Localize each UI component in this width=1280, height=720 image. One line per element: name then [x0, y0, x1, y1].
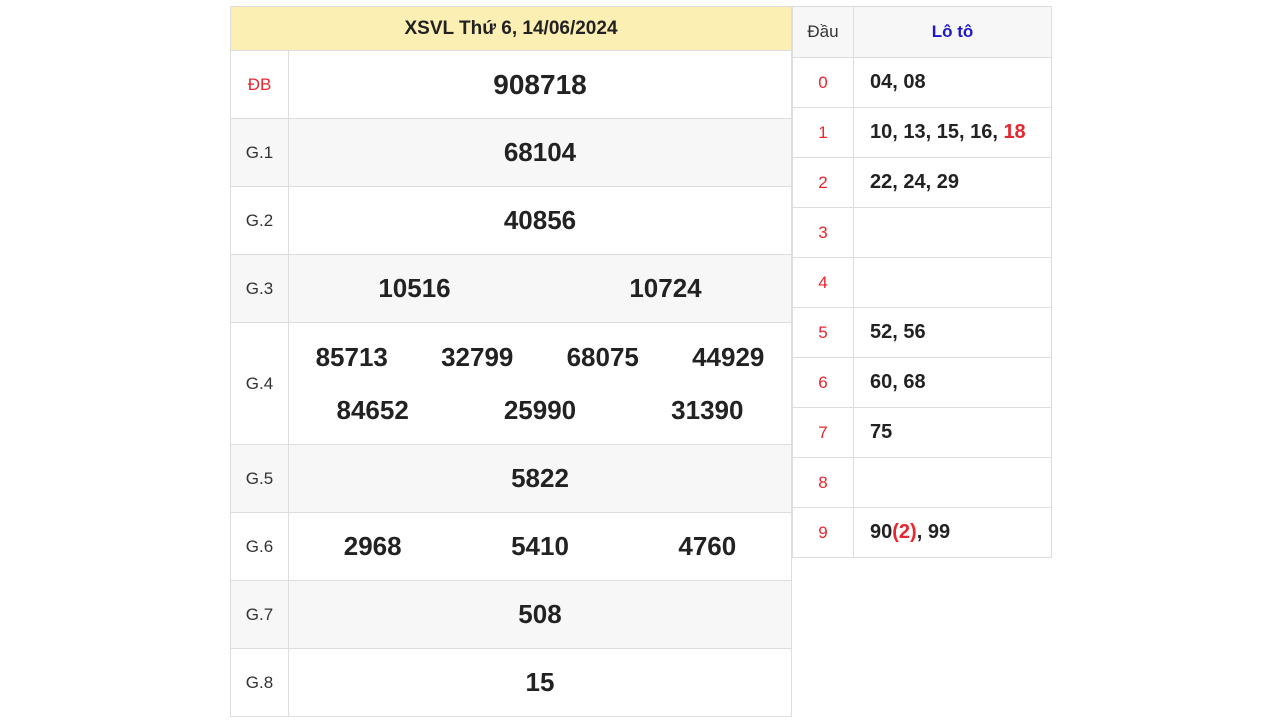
loto-row: 6 60, 68 — [792, 357, 1052, 408]
prize-value: 85713 — [315, 341, 388, 372]
prize-label-g4: G.4 — [230, 322, 289, 445]
dau-digit: 8 — [792, 457, 854, 508]
loto-text: 52, 56 — [870, 321, 926, 343]
dau-digit: 3 — [792, 207, 854, 258]
loto-text: 22, 24, 29 — [870, 171, 959, 193]
prize-values-g3: 10516 10724 — [288, 254, 792, 323]
loto-values: 04, 08 — [853, 57, 1052, 108]
loto-values: 10, 13, 15, 16, 18 — [853, 107, 1052, 158]
prize-value: 4760 — [678, 531, 737, 561]
loto-table: Đầu Lô tô 0 04, 08 1 10, 13, 15, 16, 18 22… — [792, 6, 1052, 558]
loto-text: 04, 08 — [870, 71, 926, 93]
prize-value: 32799 — [441, 341, 514, 372]
results-table: XSVL Thứ 6, 14/06/2024 ĐB 908718 G.1 681… — [230, 6, 792, 717]
prize-label-db: ĐB — [230, 50, 289, 119]
header-loto: Lô tô — [853, 6, 1052, 58]
dau-digit: 4 — [792, 257, 854, 308]
prize-label-g5: G.5 — [230, 444, 289, 513]
prize-values-g6: 2968 5410 4760 — [288, 512, 792, 581]
loto-text: 10, 13, 15, 16, — [870, 121, 1004, 143]
dau-digit: 9 — [792, 507, 854, 558]
results-title: XSVL Thứ 6, 14/06/2024 — [230, 6, 792, 51]
loto-text: 90 — [870, 521, 893, 543]
loto-values — [853, 207, 1052, 258]
loto-row: 5 52, 56 — [792, 307, 1052, 358]
prize-values-g4: 85713 32799 68075 44929 84652 25990 3139… — [288, 322, 792, 445]
loto-highlight: (2) — [892, 521, 917, 543]
loto-highlight: 18 — [1003, 121, 1026, 143]
prize-value: 25990 — [503, 394, 577, 425]
loto-values — [853, 457, 1052, 508]
loto-values — [853, 257, 1052, 308]
loto-row: 3 — [792, 207, 1052, 258]
prize-value-g7: 508 — [288, 580, 792, 649]
prize-value: 5410 — [511, 531, 569, 561]
loto-row: 2 22, 24, 29 — [792, 157, 1052, 208]
prize-value: 44929 — [692, 341, 765, 372]
dau-digit: 7 — [792, 407, 854, 458]
prize-value: 2968 — [343, 531, 402, 561]
loto-row: 0 04, 08 — [792, 57, 1052, 108]
prize-value-g8: 15 — [288, 648, 792, 717]
prize-label-g8: G.8 — [230, 648, 289, 717]
loto-text: 75 — [870, 421, 893, 443]
header-dau: Đầu — [792, 6, 854, 58]
loto-row: 8 — [792, 457, 1052, 508]
dau-digit: 6 — [792, 357, 854, 408]
prize-value: 10516 — [378, 273, 451, 303]
loto-values: 90(2), 99 — [853, 507, 1052, 558]
loto-values: 22, 24, 29 — [853, 157, 1052, 208]
loto-text: 60, 68 — [870, 371, 926, 393]
prize-label-g2: G.2 — [230, 186, 289, 255]
prize-label-g6: G.6 — [230, 512, 289, 581]
dau-digit: 1 — [792, 107, 854, 158]
prize-value-g2: 40856 — [288, 186, 792, 255]
loto-row: 7 75 — [792, 407, 1052, 458]
loto-row: 9 90(2), 99 — [792, 507, 1052, 558]
loto-row: 4 — [792, 257, 1052, 308]
loto-text: , 99 — [916, 521, 951, 543]
prize-value: 10724 — [629, 273, 702, 303]
dau-digit: 5 — [792, 307, 854, 358]
prize-value: 68075 — [566, 341, 639, 372]
prize-label-g7: G.7 — [230, 580, 289, 649]
prize-value-g1: 68104 — [288, 118, 792, 187]
prize-value-db: 908718 — [288, 50, 792, 119]
loto-values: 75 — [853, 407, 1052, 458]
dau-digit: 0 — [792, 57, 854, 108]
prize-value: 84652 — [336, 394, 409, 425]
prize-label-g1: G.1 — [230, 118, 289, 187]
dau-digit: 2 — [792, 157, 854, 208]
prize-value: 31390 — [671, 394, 744, 425]
loto-values: 52, 56 — [853, 307, 1052, 358]
loto-row: 1 10, 13, 15, 16, 18 — [792, 107, 1052, 158]
prize-value-g5: 5822 — [288, 444, 792, 513]
loto-values: 60, 68 — [853, 357, 1052, 408]
prize-label-g3: G.3 — [230, 254, 289, 323]
